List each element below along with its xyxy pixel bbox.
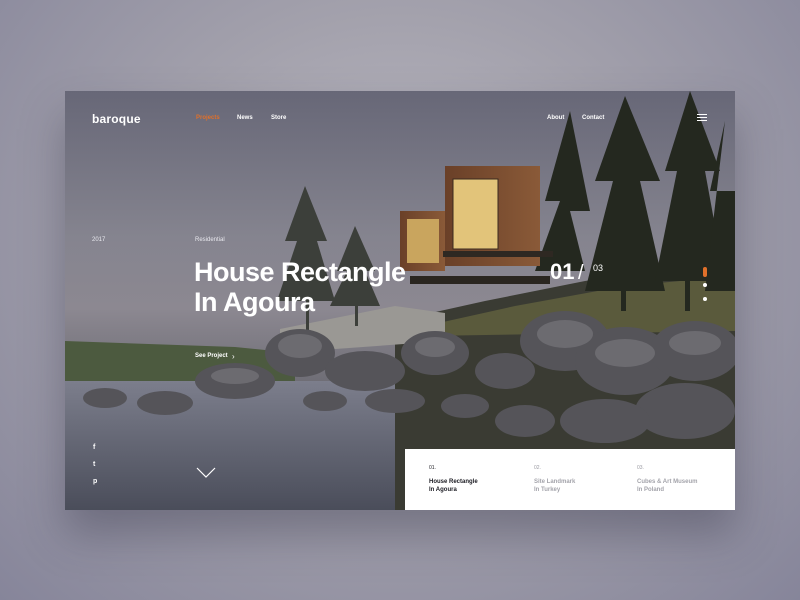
facebook-icon[interactable]: f <box>93 444 95 451</box>
nav-link-news[interactable]: News <box>237 115 253 121</box>
slider-dot-1[interactable] <box>703 267 707 277</box>
slide-counter-current: 01 <box>550 259 575 284</box>
slides-card: 01. House Rectangle In Agoura 02. Site L… <box>405 449 735 510</box>
pinterest-icon[interactable]: p <box>93 478 97 485</box>
project-title-line1: House Rectangle <box>194 257 406 287</box>
slide-name-line1: Site Landmark <box>534 479 576 485</box>
slide-name-line2: In Poland <box>637 487 664 493</box>
project-title-line2: In Agoura <box>194 287 315 317</box>
nav-link-projects[interactable]: Projects <box>196 115 220 121</box>
chevron-down-icon[interactable] <box>196 467 216 479</box>
hamburger-menu-icon[interactable] <box>697 114 707 122</box>
slider-dot-2[interactable] <box>703 283 707 287</box>
slide-counter-separator: / <box>578 262 584 284</box>
nav-link-about[interactable]: About <box>547 115 564 121</box>
slide-name-line2: In Turkey <box>534 487 561 493</box>
slide-name-line2: In Agoura <box>429 487 457 493</box>
slide-name-line1: Cubes & Art Museum <box>637 479 698 485</box>
slide-counter-total: 03 <box>593 263 604 273</box>
slide-name-line1: House Rectangle <box>429 479 478 485</box>
project-title: House Rectangle In Agoura <box>194 257 494 317</box>
slide-item-3[interactable]: 03. Cubes & Art Museum In Poland <box>637 465 697 494</box>
nav-link-store[interactable]: Store <box>271 115 286 121</box>
slide-num: 02. <box>534 465 541 471</box>
see-project-link[interactable]: See Project <box>195 353 228 359</box>
slider-dot-3[interactable] <box>703 297 707 301</box>
slide-item-2[interactable]: 02. Site Landmark In Turkey <box>534 465 575 494</box>
brand-logo[interactable]: baroque <box>92 112 141 126</box>
hero-frame: baroque Projects News Store About Contac… <box>65 91 735 510</box>
nav-link-contact[interactable]: Contact <box>582 115 604 121</box>
project-year: 2017 <box>92 237 106 243</box>
slide-num: 01. <box>429 465 436 471</box>
chevron-right-icon[interactable]: › <box>232 352 235 361</box>
twitter-icon[interactable]: t <box>93 461 95 468</box>
slide-item-1[interactable]: 01. House Rectangle In Agoura <box>429 465 478 494</box>
project-category: Residential <box>195 237 225 243</box>
slide-num: 03. <box>637 465 644 471</box>
